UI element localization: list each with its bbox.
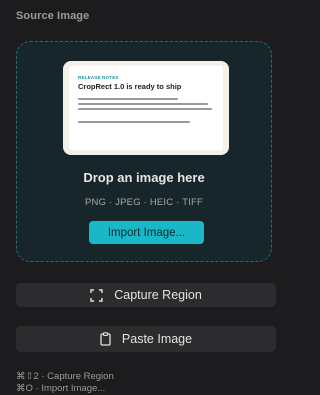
preview-text-line — [78, 98, 178, 100]
section-title: Source Image — [16, 10, 90, 22]
import-image-button[interactable]: Import Image... — [89, 221, 204, 244]
preview-text-line — [78, 103, 208, 105]
clipboard-icon — [100, 332, 111, 346]
capture-region-label: Capture Region — [114, 288, 202, 302]
paste-image-button[interactable]: Paste Image — [16, 326, 276, 352]
import-shortcut-hint: ⌘O · Import Image... — [16, 383, 106, 394]
capture-shortcut-hint: ⌘⇧2 · Capture Region — [16, 371, 114, 382]
preview-document: RELEASE NOTES CropRect 1.0 is ready to s… — [69, 66, 223, 150]
capture-region-button[interactable]: Capture Region — [16, 283, 276, 307]
preview-headline: CropRect 1.0 is ready to ship — [78, 82, 182, 91]
supported-formats: PNG · JPEG · HEIC · TIFF — [84, 197, 204, 208]
preview-text-line — [78, 121, 190, 123]
image-drop-zone[interactable]: RELEASE NOTES CropRect 1.0 is ready to s… — [16, 41, 272, 262]
paste-image-label: Paste Image — [121, 332, 193, 346]
preview-kicker: RELEASE NOTES — [78, 75, 119, 80]
crop-region-icon — [90, 288, 103, 302]
drop-title: Drop an image here — [83, 170, 205, 185]
preview-text-line — [78, 108, 212, 110]
image-preview: RELEASE NOTES CropRect 1.0 is ready to s… — [63, 61, 229, 155]
